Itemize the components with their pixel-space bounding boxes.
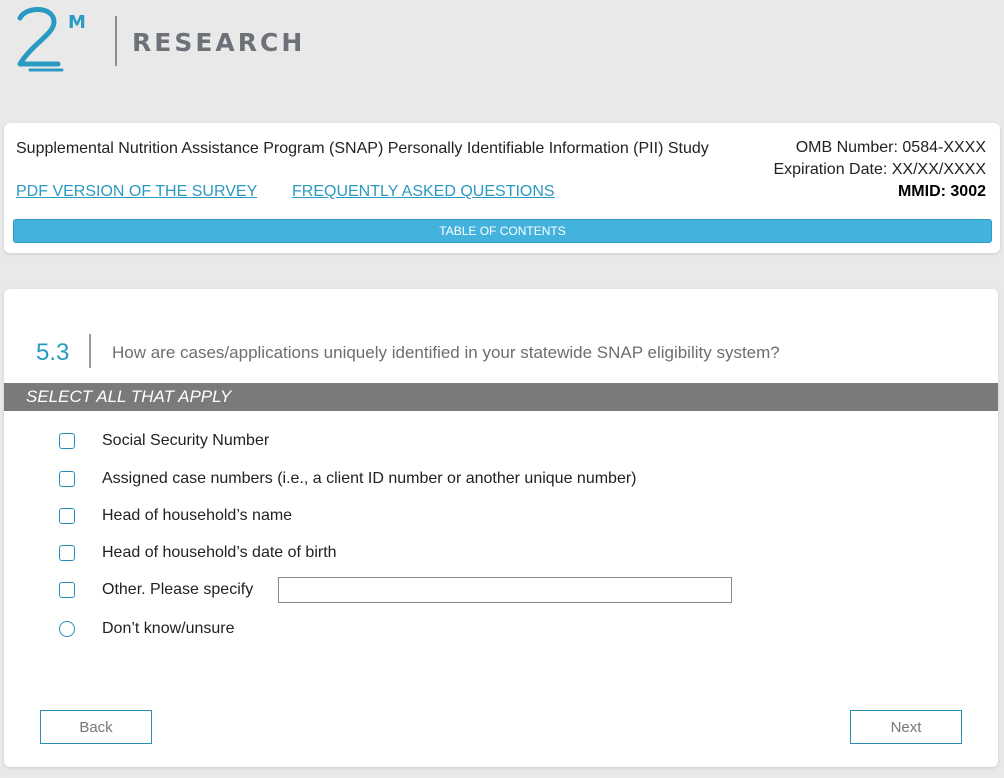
next-button[interactable]: Next xyxy=(850,710,962,744)
expiration-date: Expiration Date: XX/XX/XXXX xyxy=(773,161,986,178)
question-divider xyxy=(89,334,91,368)
checkbox[interactable] xyxy=(59,508,75,524)
table-of-contents-button[interactable]: TABLE OF CONTENTS xyxy=(13,219,992,243)
option-label: Head of household’s date of birth xyxy=(102,544,337,561)
option-label: Social Security Number xyxy=(102,432,270,449)
radio-button[interactable] xyxy=(59,621,75,637)
company-logo: M RESEARCH xyxy=(12,4,302,74)
question-number: 5.3 xyxy=(36,339,70,366)
other-specify-input[interactable] xyxy=(278,577,732,603)
checkbox[interactable] xyxy=(59,545,75,561)
option-label: Assigned case numbers (i.e., a client ID… xyxy=(102,470,637,487)
2m-logo-mark-icon: M xyxy=(17,7,86,72)
option-label: Head of household’s name xyxy=(102,507,293,524)
option-head-of-household-name[interactable]: Head of household’s name xyxy=(59,505,292,527)
survey-header: Supplemental Nutrition Assistance Progra… xyxy=(4,123,1000,253)
question-card: 5.3 How are cases/applications uniquely … xyxy=(4,289,998,767)
checkbox[interactable] xyxy=(59,433,75,449)
logo-brand-text: RESEARCH xyxy=(132,28,306,57)
checkbox[interactable] xyxy=(59,582,75,598)
pdf-version-link[interactable]: PDF VERSION OF THE SURVEY xyxy=(16,183,257,201)
logo-divider xyxy=(115,16,117,66)
faq-link[interactable]: FREQUENTLY ASKED QUESTIONS xyxy=(292,183,555,201)
back-button[interactable]: Back xyxy=(40,710,152,744)
omb-number: OMB Number: 0584-XXXX xyxy=(795,139,986,156)
svg-text:M: M xyxy=(68,12,86,33)
option-dont-know[interactable]: Don’t know/unsure xyxy=(59,618,235,640)
option-social-security-number[interactable]: Social Security Number xyxy=(59,430,269,452)
study-title: Supplemental Nutrition Assistance Progra… xyxy=(16,140,709,157)
instruction-bar: SELECT ALL THAT APPLY xyxy=(4,383,998,411)
option-assigned-case-numbers[interactable]: Assigned case numbers (i.e., a client ID… xyxy=(59,468,637,490)
checkbox[interactable] xyxy=(59,471,75,487)
mmid: MMID: 3002 xyxy=(897,183,986,200)
question-text: How are cases/applications uniquely iden… xyxy=(112,343,780,362)
omb-info: OMB Number: 0584-XXXX Expiration Date: X… xyxy=(773,137,986,203)
option-other[interactable]: Other. Please specify xyxy=(59,579,253,601)
option-label: Don’t know/unsure xyxy=(102,620,235,637)
option-head-of-household-dob[interactable]: Head of household’s date of birth xyxy=(59,542,337,564)
option-label: Other. Please specify xyxy=(102,581,254,598)
